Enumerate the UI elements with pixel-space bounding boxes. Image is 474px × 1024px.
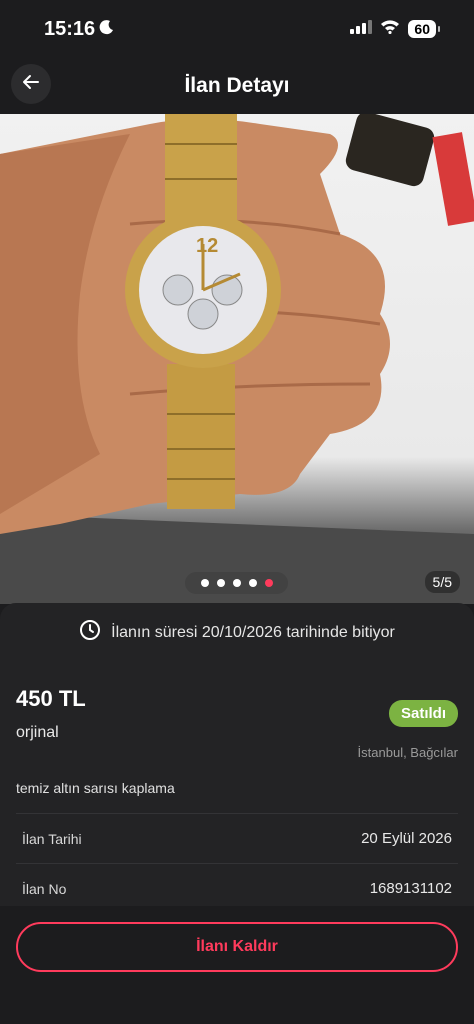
watch-photo-illustration: 12 [0,114,474,604]
app-header: İlan Detayı [0,58,474,114]
clock-icon [79,619,101,646]
arrow-left-icon [22,73,40,96]
detail-label: İlan No [22,880,67,897]
listing-location: İstanbul, Bağcılar [357,745,458,760]
gallery-dot-active[interactable] [264,579,273,587]
detail-label: İlan Tarihi [22,830,82,847]
listing-description: temiz altın sarısı kaplama [16,780,175,796]
listing-price: 450 TL [16,686,86,711]
detail-value: 1689131102 [369,880,452,897]
expiry-notice: İlanın süresi 20/10/2026 tarihinde bitiy… [0,619,474,646]
gallery-dot[interactable] [216,579,225,587]
status-time: 15:16 [44,18,115,41]
listing-photo[interactable]: 12 [0,114,474,604]
listing-title: orjinal [16,724,59,741]
status-bar: 15:16 60 [0,0,474,58]
gallery-dot[interactable] [200,579,209,587]
gallery-counter: 5/5 [424,571,460,593]
gallery-dot[interactable] [232,579,241,587]
detail-value: 20 Eylül 2026 [361,830,452,847]
wifi-icon [380,19,400,39]
back-button[interactable] [11,64,51,104]
status-indicators: 60 [350,19,440,39]
moon-icon [99,18,115,41]
action-footer: İlanı Kaldır [0,906,474,1024]
signal-icon [350,19,373,39]
gallery-dot[interactable] [248,579,257,587]
battery-indicator: 60 [408,20,440,38]
svg-text:12: 12 [196,235,218,257]
detail-row-date: İlan Tarihi 20 Eylül 2026 [16,813,458,863]
page-title: İlan Detayı [184,74,290,97]
remove-listing-button[interactable]: İlanı Kaldır [16,922,458,972]
expiry-text: İlanın süresi 20/10/2026 tarihinde bitiy… [111,623,395,641]
status-badge: Satıldı [388,700,458,727]
gallery-pagination[interactable] [185,572,288,594]
